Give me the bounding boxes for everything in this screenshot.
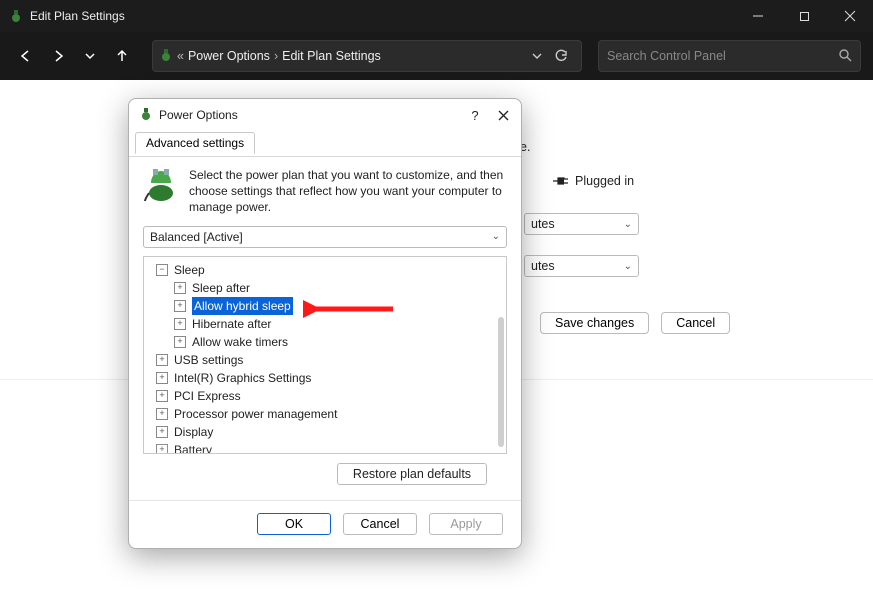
tree-node-sleep[interactable]: −Sleep [146,261,494,279]
expand-icon[interactable]: + [174,282,186,294]
apply-button[interactable]: Apply [429,513,503,535]
power-plan-value: Balanced [Active] [150,230,243,244]
nav-forward-button[interactable] [44,42,72,70]
breadcrumb-1[interactable]: Power Options [188,49,270,63]
dialog-icon [139,107,153,124]
cancel-button[interactable]: Cancel [661,312,730,334]
power-plan-dropdown[interactable]: Balanced [Active] ⌄ [143,226,507,248]
collapse-icon[interactable]: − [156,264,168,276]
chevron-left-icon: « [177,49,184,63]
address-bar[interactable]: « Power Options › Edit Plan Settings [152,40,582,72]
settings-tree[interactable]: −Sleep +Sleep after +Allow hybrid sleep … [144,257,496,453]
breadcrumb-2[interactable]: Edit Plan Settings [282,49,381,63]
expand-icon[interactable]: + [156,372,168,384]
tree-node-allow-wake-timers[interactable]: +Allow wake timers [146,333,494,351]
tree-node-intel-graphics[interactable]: +Intel(R) Graphics Settings [146,369,494,387]
ok-button[interactable]: OK [257,513,331,535]
tree-scrollbar[interactable] [498,317,504,447]
expand-icon[interactable]: + [156,390,168,402]
search-icon [838,48,852,65]
search-input[interactable]: Search Control Panel [598,40,861,72]
restore-defaults-button[interactable]: Restore plan defaults [337,463,487,485]
expand-icon[interactable]: + [156,408,168,420]
tree-node-allow-hybrid-sleep[interactable]: +Allow hybrid sleep [146,297,494,315]
save-changes-button[interactable]: Save changes [540,312,649,334]
tree-node-hibernate-after[interactable]: +Hibernate after [146,315,494,333]
address-icon [159,48,173,65]
dialog-title: Power Options [159,108,238,122]
power-options-dialog: Power Options ? Advanced settings Select… [128,98,522,549]
minimize-button[interactable] [735,0,781,32]
search-placeholder: Search Control Panel [607,49,726,63]
expand-icon[interactable]: + [174,300,186,312]
address-dropdown-button[interactable] [525,44,549,68]
dialog-cancel-button[interactable]: Cancel [343,513,417,535]
nav-up-button[interactable] [108,42,136,70]
chevron-down-icon: ⌄ [624,219,632,230]
expand-icon[interactable]: + [156,354,168,366]
power-icon [143,167,179,203]
plugged-in-label: Plugged in [552,174,634,188]
tree-node-battery[interactable]: +Battery [146,441,494,454]
tree-node-processor[interactable]: +Processor power management [146,405,494,423]
window-title: Edit Plan Settings [30,9,125,23]
bg-dropdown-1[interactable]: utes⌄ [524,213,639,235]
expand-icon[interactable]: + [156,426,168,438]
expand-icon[interactable]: + [156,444,168,454]
nav-recent-button[interactable] [76,42,104,70]
maximize-button[interactable] [781,0,827,32]
expand-icon[interactable]: + [174,336,186,348]
tree-node-usb[interactable]: +USB settings [146,351,494,369]
tree-node-display[interactable]: +Display [146,423,494,441]
dialog-intro-text: Select the power plan that you want to c… [189,167,507,216]
dialog-close-button[interactable] [489,101,517,129]
chevron-down-icon: ⌄ [624,261,632,272]
app-icon [8,8,24,24]
expand-icon[interactable]: + [174,318,186,330]
tree-node-pci-express[interactable]: +PCI Express [146,387,494,405]
close-button[interactable] [827,0,873,32]
refresh-button[interactable] [549,44,573,68]
help-button[interactable]: ? [461,101,489,129]
chevron-right-icon: › [274,49,278,63]
chevron-down-icon: ⌄ [492,231,500,242]
bg-dropdown-2[interactable]: utes⌄ [524,255,639,277]
nav-back-button[interactable] [12,42,40,70]
tree-node-sleep-after[interactable]: +Sleep after [146,279,494,297]
tab-advanced-settings[interactable]: Advanced settings [135,132,255,154]
